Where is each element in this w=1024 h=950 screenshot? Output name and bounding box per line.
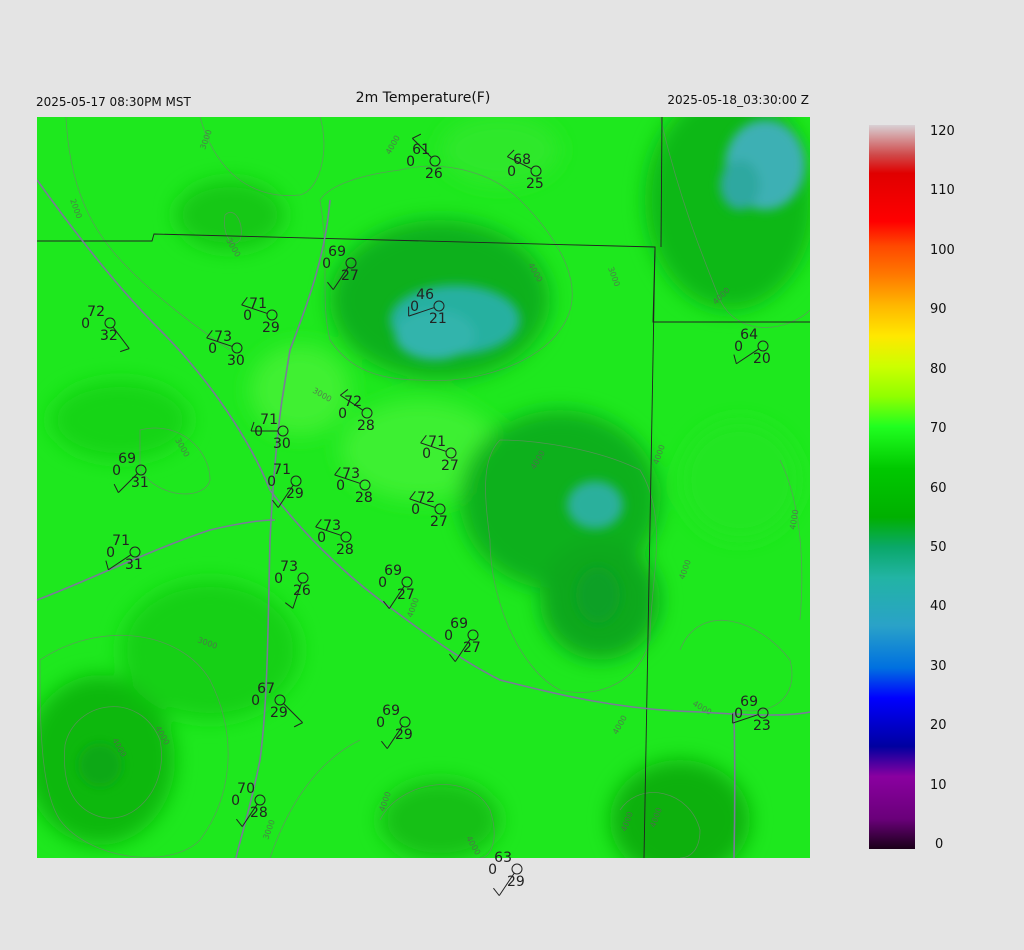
station-cloud-cover: 0: [322, 256, 331, 272]
station-cloud-cover: 0: [734, 339, 743, 355]
station-cloud-cover: 0: [410, 299, 419, 315]
colorbar: [869, 125, 915, 849]
station-dewpoint: 29: [270, 705, 288, 721]
station-circle: [511, 863, 523, 875]
station-cloud-cover: 0: [422, 446, 431, 462]
station-dewpoint: 29: [395, 727, 413, 743]
station-dewpoint: 27: [341, 268, 359, 284]
colorbar-tick-label: 40: [930, 599, 947, 615]
colorbar-tick-label: 20: [930, 718, 947, 734]
station-dewpoint: 29: [262, 320, 280, 336]
station-dewpoint: 28: [357, 418, 375, 434]
station-dewpoint: 30: [227, 353, 245, 369]
colorbar-tick-label: 50: [930, 539, 947, 555]
station-dewpoint: 20: [753, 351, 771, 367]
station-dewpoint: 31: [125, 557, 143, 573]
wind-barb-flag: [493, 887, 500, 896]
colorbar-tick-label: 0: [935, 837, 944, 852]
station-cloud-cover: 0: [106, 545, 115, 561]
station-cloud-cover: 0: [254, 424, 263, 440]
colorbar-tick-label: 70: [930, 421, 947, 437]
station-dewpoint: 27: [397, 587, 415, 603]
station-dewpoint: 28: [336, 542, 354, 558]
station-dewpoint: 28: [250, 805, 268, 821]
station-cloud-cover: 0: [208, 341, 217, 357]
station-dewpoint: 27: [430, 514, 448, 530]
colorbar-tick-label: 120: [930, 124, 955, 139]
colorbar-tick-label: 100: [930, 242, 955, 258]
station-dewpoint: 23: [753, 718, 771, 734]
station-cloud-cover: 0: [507, 164, 516, 180]
colorbar-tick-label: 10: [930, 777, 947, 793]
temperature-map: 2000 3000 3000 4000 4000 3000 4000 3000 …: [37, 117, 915, 896]
station-cloud-cover: 0: [338, 406, 347, 422]
colorbar-tick-label: 60: [930, 480, 947, 496]
station-cloud-cover: 0: [488, 862, 497, 878]
station-cloud-cover: 0: [267, 474, 276, 490]
station-cloud-cover: 0: [317, 530, 326, 546]
station-dewpoint: 25: [526, 176, 544, 192]
station-cloud-cover: 0: [411, 502, 420, 518]
station-dewpoint: 31: [131, 475, 149, 491]
station-dewpoint: 29: [507, 874, 525, 890]
colorbar-tick-label: 80: [930, 361, 947, 377]
station-cloud-cover: 0: [231, 793, 240, 809]
station-cloud-cover: 0: [376, 715, 385, 731]
station-cloud-cover: 0: [251, 693, 260, 709]
station-cloud-cover: 0: [444, 628, 453, 644]
station-dewpoint: 27: [463, 640, 481, 656]
station-cloud-cover: 0: [406, 154, 415, 170]
colorbar-tick-label: 30: [930, 658, 947, 674]
station-dewpoint: 26: [425, 166, 443, 182]
station-cloud-cover: 0: [274, 571, 283, 587]
station-cloud-cover: 0: [112, 463, 121, 479]
station-dewpoint: 30: [273, 436, 291, 452]
station-cloud-cover: 0: [243, 308, 252, 324]
station-dewpoint: 27: [441, 458, 459, 474]
station-dewpoint: 26: [293, 583, 311, 599]
colorbar-tick-label: 90: [930, 302, 947, 318]
station-cloud-cover: 0: [81, 316, 90, 332]
station-dewpoint: 28: [355, 490, 373, 506]
station-cloud-cover: 0: [734, 706, 743, 722]
station-dewpoint: 29: [286, 486, 304, 502]
station-cloud-cover: 0: [336, 478, 345, 494]
station-dewpoint: 32: [100, 328, 118, 344]
station-dewpoint: 21: [429, 311, 447, 327]
station-cloud-cover: 0: [378, 575, 387, 591]
colorbar-tick-label: 110: [930, 183, 955, 199]
